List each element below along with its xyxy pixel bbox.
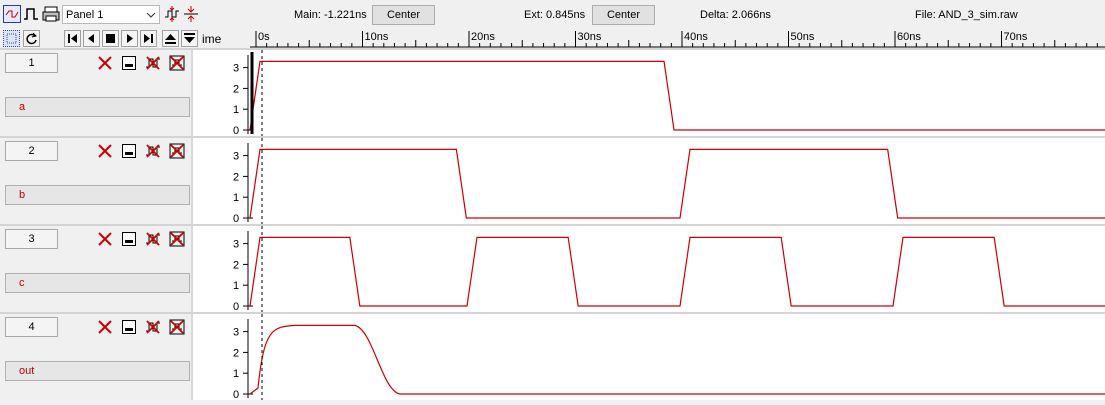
panel-select-value: Panel 1 <box>66 9 104 21</box>
track-number-button[interactable]: 2 <box>5 141 58 161</box>
signal-name[interactable]: c <box>5 273 190 293</box>
file-readout: File: AND_3_sim.raw <box>915 9 1018 21</box>
minimize-icon[interactable] <box>121 55 137 71</box>
y-tick-label: 0 <box>233 389 239 400</box>
step-back-icon[interactable] <box>83 30 100 47</box>
ruler-tick-label: 40ns <box>684 31 708 43</box>
waveform-plot-out[interactable]: 3 2 1 0 <box>193 314 1105 400</box>
waveform-trace <box>249 236 1105 307</box>
y-tick-label: 1 <box>233 368 239 380</box>
print-icon[interactable] <box>42 5 60 23</box>
main-cursor-readout: Main: -1.221ns <box>294 9 367 21</box>
minimize-icon[interactable] <box>121 231 137 247</box>
delete-icon[interactable] <box>97 231 113 247</box>
time-axis-label: ime <box>202 32 222 46</box>
ruler-tick-label: 70ns <box>1004 31 1028 43</box>
ruler-tick-label: 20ns <box>471 31 495 43</box>
delta-readout: Delta: 2.066ns <box>700 9 771 21</box>
track-header: 2 b <box>0 138 193 224</box>
ruler-tick-label: 30ns <box>578 31 602 43</box>
ext-cursor-readout: Ext: 0.845ns <box>524 9 586 21</box>
signal-track-out: 4 out 3 2 1 0 <box>0 314 1105 400</box>
chevron-down-icon <box>145 7 157 22</box>
signal-name[interactable]: b <box>5 185 190 205</box>
expand-waveform-icon[interactable] <box>163 5 181 23</box>
main-center-button[interactable]: Center <box>372 5 435 25</box>
delete-trace-icon[interactable] <box>145 55 161 71</box>
delete-icon[interactable] <box>97 319 113 335</box>
delete-trace-icon[interactable] <box>145 143 161 159</box>
compress-waveform-icon[interactable] <box>182 5 200 23</box>
waveform-trace <box>249 60 1105 131</box>
step-forward-icon[interactable] <box>121 30 138 47</box>
signal-track-c: 3 c 3 2 1 0 <box>0 226 1105 312</box>
y-tick-label: 3 <box>233 63 239 75</box>
panel-select[interactable]: Panel 1 <box>62 5 160 24</box>
y-tick-label: 2 <box>233 171 239 183</box>
delete-all-traces-icon[interactable] <box>169 319 185 335</box>
track-number-button[interactable]: 3 <box>5 229 58 249</box>
waveform-plot-a[interactable]: 3 2 1 0 <box>193 50 1105 136</box>
waveform-plot-b[interactable]: 3 2 1 0 <box>193 138 1105 224</box>
signal-name[interactable]: a <box>5 97 190 117</box>
y-tick-label: 3 <box>233 151 239 163</box>
skip-last-icon[interactable] <box>140 30 157 47</box>
move-up-icon[interactable] <box>162 30 179 47</box>
time-ruler[interactable]: 0s 10ns 20ns 30ns 40ns 50ns 60ns 70ns <box>250 30 1105 48</box>
track-header: 3 c <box>0 226 193 312</box>
y-tick-label: 2 <box>233 347 239 359</box>
y-tick-label: 1 <box>233 104 239 116</box>
waveform-trace <box>249 324 1105 395</box>
waveform-trace <box>249 148 1105 219</box>
top-toolbar: Panel 1 Main: -1.221ns Center Ext: 0.845… <box>0 0 1105 30</box>
ext-center-button[interactable]: Center <box>592 5 655 25</box>
ruler-tick-label: 50ns <box>791 31 815 43</box>
y-tick-label: 0 <box>233 125 239 136</box>
signal-name[interactable]: out <box>5 361 190 381</box>
track-number-button[interactable]: 1 <box>5 53 58 73</box>
minimize-icon[interactable] <box>121 143 137 159</box>
ruler-tick-label: 10ns <box>365 31 389 43</box>
y-tick-label: 3 <box>233 239 239 251</box>
move-down-icon[interactable] <box>181 30 198 47</box>
select-all-icon[interactable] <box>3 30 20 47</box>
stop-icon[interactable] <box>102 30 119 47</box>
minimize-icon[interactable] <box>121 319 137 335</box>
signal-track-a: 1 a 3 2 1 0 <box>0 50 1105 136</box>
y-tick-label: 0 <box>233 213 239 224</box>
measure-icon[interactable] <box>3 5 21 23</box>
track-header: 4 out <box>0 314 193 400</box>
y-tick-label: 2 <box>233 83 239 95</box>
pulse-icon[interactable] <box>22 5 40 23</box>
signal-track-b: 2 b 3 2 1 0 <box>0 138 1105 224</box>
delete-icon[interactable] <box>97 143 113 159</box>
y-tick-label: 3 <box>233 327 239 339</box>
waveform-plot-c[interactable]: 3 2 1 0 <box>193 226 1105 312</box>
y-tick-label: 1 <box>233 192 239 204</box>
divider <box>0 400 1105 405</box>
y-tick-label: 1 <box>233 280 239 292</box>
track-header: 1 a <box>0 50 193 136</box>
ruler-tick-label: 60ns <box>897 31 921 43</box>
refresh-icon[interactable] <box>23 30 40 47</box>
track-number-button[interactable]: 4 <box>5 317 58 337</box>
delete-trace-icon[interactable] <box>145 231 161 247</box>
delete-all-traces-icon[interactable] <box>169 231 185 247</box>
y-tick-label: 0 <box>233 301 239 312</box>
skip-first-icon[interactable] <box>64 30 81 47</box>
delete-all-traces-icon[interactable] <box>169 55 185 71</box>
delete-icon[interactable] <box>97 55 113 71</box>
ruler-tick-label: 0s <box>258 31 270 43</box>
delete-trace-icon[interactable] <box>145 319 161 335</box>
delete-all-traces-icon[interactable] <box>169 143 185 159</box>
y-tick-label: 2 <box>233 259 239 271</box>
